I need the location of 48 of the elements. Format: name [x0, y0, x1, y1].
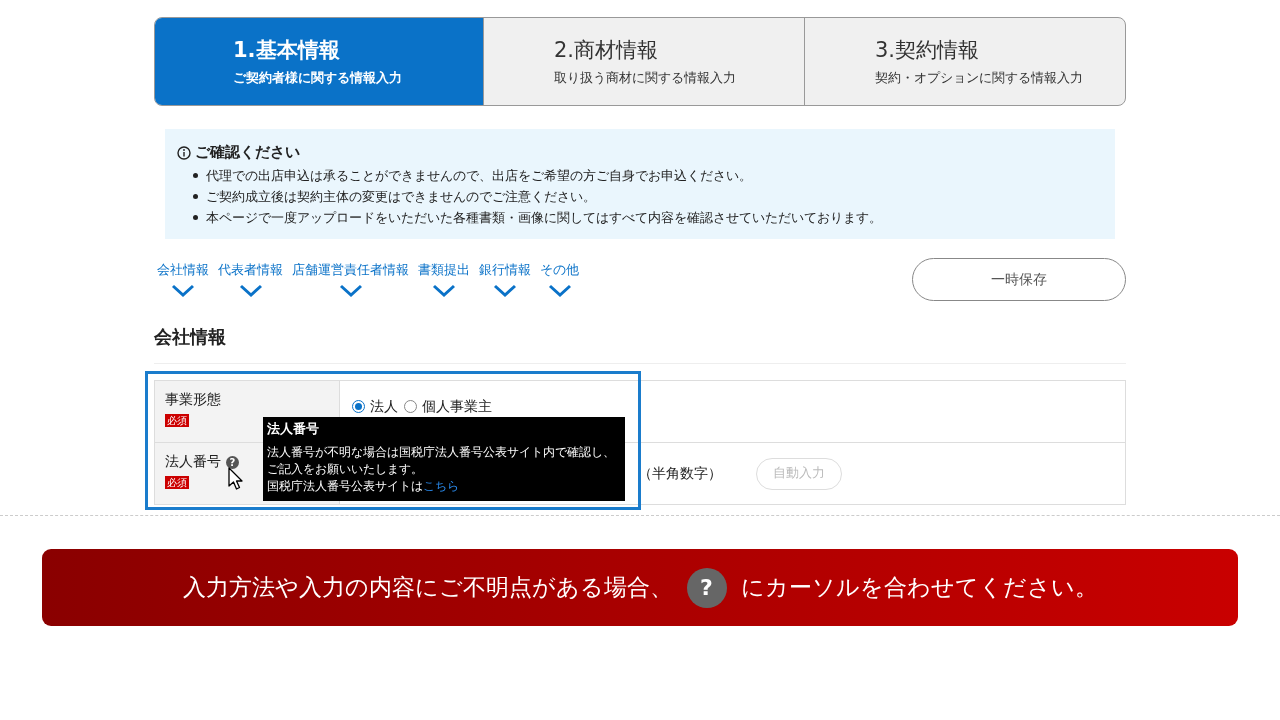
step-title: 2.商材情報 [554, 37, 660, 64]
notice-text: ご契約成立後は契約主体の変更はできませんのでご注意ください。 [206, 188, 596, 206]
chevron-down-icon [338, 284, 363, 298]
field-label: 法人番号 [165, 453, 221, 471]
bullet-icon [193, 194, 198, 199]
required-badge: 必須 [165, 414, 189, 427]
step-title: 1.基本情報 [233, 37, 341, 64]
chevron-down-icon [547, 284, 572, 298]
notice-text: 代理での出店申込は承ることができませんので、出店をご希望の方ご自身でお申込ください。 [206, 167, 752, 185]
notice-text: 本ページで一度アップロードをいただいた各種書類・画像に関してはすべて内容を確認させていただいております。 [206, 209, 882, 227]
step-title: 3.契約情報 [875, 37, 981, 64]
section-link[interactable]: 店舗運営責任者情報 [292, 261, 409, 298]
field-note: （半角数字） [638, 464, 722, 483]
section-link[interactable]: その他 [540, 261, 579, 298]
step-tab[interactable]: 3.契約情報 契約・オプションに関する情報入力 [804, 18, 1125, 105]
step-subtitle: ご契約者様に関する情報入力 [233, 70, 402, 87]
chevron-down-icon [432, 284, 456, 298]
section-link[interactable]: 銀行情報 [479, 261, 531, 298]
tooltip-text: 法人番号が不明な場合は国税庁法人番号公表サイト内で確認し、 [267, 444, 616, 461]
step-tab[interactable]: 2.商材情報 取り扱う商材に関する情報入力 [483, 18, 804, 105]
section-link[interactable]: 書類提出 [418, 261, 470, 298]
step-subtitle: 取り扱う商材に関する情報入力 [554, 70, 736, 87]
help-icon: ? [686, 567, 727, 608]
info-icon [177, 145, 191, 160]
banner-text: にカーソルを合わせてください。 [740, 573, 1098, 602]
section-link[interactable]: 代表者情報 [218, 261, 283, 298]
field-label: 事業形態 [165, 391, 221, 409]
banner-text: 入力方法や入力の内容にご不明点がある場合、 [182, 573, 673, 602]
chevron-down-icon [171, 284, 195, 298]
radio-option[interactable]: 個人事業主 [404, 397, 492, 416]
chevron-down-icon [238, 284, 263, 298]
radio-option[interactable]: 法人 [352, 397, 398, 416]
help-icon[interactable]: ? [226, 455, 239, 469]
tooltip-link[interactable]: こちら [423, 479, 459, 493]
tooltip-text: ご記入をお願いいたします。 [267, 461, 424, 478]
mouse-cursor-icon [228, 467, 244, 491]
tooltip-title: 法人番号 [267, 421, 320, 438]
step-subtitle: 契約・オプションに関する情報入力 [875, 70, 1083, 87]
section-link[interactable]: 会社情報 [157, 261, 209, 298]
notice-title: ご確認ください [195, 143, 300, 162]
bullet-icon [193, 215, 198, 220]
tooltip-text: 国税庁法人番号公表サイトはこちら [267, 478, 460, 495]
bullet-icon [193, 173, 198, 178]
required-badge: 必須 [165, 476, 189, 489]
section-heading: 会社情報 [154, 325, 1126, 364]
chevron-down-icon [493, 284, 517, 298]
step-tab[interactable]: 1.基本情報 ご契約者様に関する情報入力 [155, 18, 483, 105]
save-button[interactable]: 一時保存 [912, 258, 1126, 301]
